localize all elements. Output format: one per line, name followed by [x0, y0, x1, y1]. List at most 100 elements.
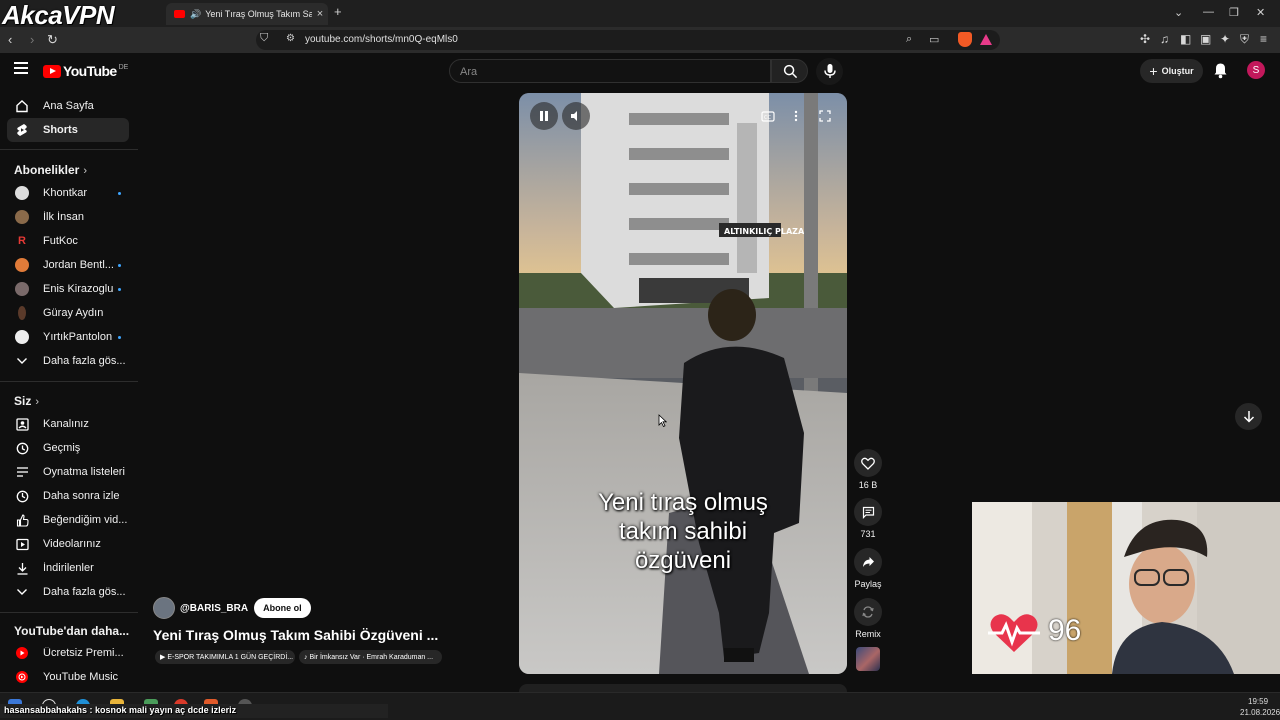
more-options-button[interactable] [782, 102, 810, 130]
minimize-button[interactable]: — [1203, 6, 1214, 18]
fullscreen-button[interactable] [811, 102, 839, 130]
sidebar-item-label: Güray Aydın [43, 307, 104, 319]
wallet-icon[interactable]: ▣ [1200, 32, 1211, 46]
zoom-icon[interactable]: ⌕ [906, 33, 912, 46]
comments-button[interactable]: 731 [853, 498, 883, 539]
subscribe-button[interactable]: Abone ol [254, 598, 311, 618]
caption-line: takım sahibi [618, 518, 748, 545]
country-code: DE [118, 63, 129, 71]
create-button[interactable]: + Oluştur [1140, 59, 1203, 83]
sidebar-divider [0, 149, 138, 150]
sidebar-item-history[interactable]: Geçmiş [7, 436, 129, 460]
clock-time[interactable]: 19:59 [1248, 697, 1268, 706]
clock-date[interactable]: 21.08.2026 [1240, 708, 1280, 717]
next-short-button[interactable] [1235, 403, 1262, 430]
site-info-icon[interactable]: ⚙ [286, 33, 295, 44]
sidebar-item-liked-videos[interactable]: Beğendiğim vid... [7, 508, 129, 532]
youtube-music-icon [15, 670, 29, 684]
maximize-button[interactable]: ❐ [1229, 6, 1239, 19]
you-section-title[interactable]: Siz › [14, 394, 39, 408]
account-avatar[interactable]: S [1247, 61, 1265, 79]
sidebar-icon[interactable]: ◧ [1180, 32, 1191, 46]
extensions-icon[interactable]: ✣ [1140, 32, 1150, 46]
youtube-favicon-icon [174, 10, 185, 18]
sidebar-item-subscription[interactable]: YırtıkPantolon [7, 325, 129, 349]
speaker-icon[interactable]: 🔊 [190, 9, 201, 20]
notifications-bell-icon[interactable] [1213, 62, 1228, 79]
comment-icon [854, 498, 882, 526]
media-icon[interactable]: ♫ [1160, 32, 1169, 46]
share-button[interactable]: Paylaş [853, 548, 883, 589]
sidebar-item-show-more-you[interactable]: Daha fazla gös... [7, 580, 129, 604]
remix-button[interactable]: Remix [853, 598, 883, 639]
sidebar-item-shorts[interactable]: Shorts [7, 118, 129, 142]
sidebar-item-home[interactable]: Ana Sayfa [7, 94, 129, 118]
pause-button[interactable] [530, 102, 558, 130]
new-content-dot [118, 191, 121, 195]
sidebar-item-downloads[interactable]: İndirilenler [7, 556, 129, 580]
sound-chip[interactable]: ♪ Bir İmkansız Var · Emrah Karaduman ... [299, 650, 442, 664]
related-video-chip[interactable]: ▶ E-SPOR TAKIMIMLA 1 GÜN GEÇİRDİ... [155, 650, 295, 664]
browser-tab-active[interactable]: 🔊 Yeni Tıraş Olmuş Takım Sahibi × [166, 3, 328, 25]
channel-avatar[interactable] [153, 597, 175, 619]
shorts-icon [15, 123, 29, 137]
url-field[interactable]: ⛉ ⚙ youtube.com/shorts/mn0Q-eqMls0 ⌕ ▭ [256, 30, 1000, 50]
reload-icon[interactable]: ↻ [47, 32, 58, 48]
cast-icon[interactable]: ▭ [929, 33, 939, 46]
address-bar-row: ‹ › ↻ ⛉ ⚙ youtube.com/shorts/mn0Q-eqMls0… [0, 27, 1280, 53]
subscriptions-section-title[interactable]: Abonelikler › [14, 163, 87, 177]
tab-close-button[interactable]: × [312, 8, 328, 20]
sidebar-item-label: Khontkar [43, 187, 88, 199]
sidebar-item-your-videos[interactable]: Videolarınız [7, 532, 129, 556]
sidebar-item-subscription[interactable]: R FutKoc [7, 229, 129, 253]
short-video-player[interactable]: ALTINKILIÇ PLAZA CC Yeni tıraş olmuş tak… [519, 93, 847, 674]
channel-handle[interactable]: @BARIS_BRA [180, 603, 248, 614]
sidebar-item-label: Ana Sayfa [43, 100, 94, 112]
sidebar-item-subscription[interactable]: Enis Kirazoglu [7, 277, 129, 301]
next-short-peek[interactable] [519, 684, 847, 692]
vpn-icon[interactable]: ⛨ [1240, 32, 1249, 47]
search-box[interactable] [449, 59, 771, 83]
short-title[interactable]: Yeni Tıraş Olmuş Takım Sahibi Özgüveni .… [153, 627, 453, 643]
captions-button[interactable]: CC [754, 102, 782, 130]
voice-search-button[interactable] [816, 58, 843, 85]
sidebar-item-subscription[interactable]: İlk İnsan [7, 205, 129, 229]
bookmark-icon[interactable]: ⛉ [260, 32, 268, 45]
leo-ai-icon[interactable]: ✦ [1220, 32, 1230, 46]
forward-icon[interactable]: › [30, 32, 34, 47]
sidebar-item-youtube-music[interactable]: YouTube Music [7, 665, 129, 689]
search-button[interactable] [771, 59, 808, 83]
sidebar-item-subscription[interactable]: Khontkar [7, 181, 129, 205]
channel-avatar-icon [15, 282, 29, 296]
sidebar-item-playlists[interactable]: Oynatma listeleri [7, 460, 129, 484]
like-count: 16 B [858, 480, 878, 490]
youtube-header: YouTube DE + Oluştur S [0, 53, 1280, 89]
sidebar-item-watch-later[interactable]: Daha sonra izle [7, 484, 129, 508]
tab-search-icon[interactable]: ⌄ [1174, 6, 1183, 19]
heart-rate-value: 96 [1048, 614, 1082, 647]
sidebar-item-your-channel[interactable]: Kanalınız [7, 412, 129, 436]
sidebar-item-subscription[interactable]: Jordan Bentl... [7, 253, 129, 277]
channel-avatar-icon [15, 330, 29, 344]
volume-button[interactable] [562, 102, 590, 130]
caption-line: Yeni tıraş olmuş [598, 489, 768, 516]
back-icon[interactable]: ‹ [8, 32, 12, 47]
sidebar-item-premium[interactable]: Ücretsiz Premi... [7, 641, 129, 665]
url-text[interactable]: youtube.com/shorts/mn0Q-eqMls0 [305, 34, 458, 45]
browser-menu-icon[interactable]: ≡ [1260, 32, 1267, 46]
youtube-logo[interactable]: YouTube DE [43, 63, 128, 79]
sound-thumbnail[interactable] [856, 647, 880, 671]
home-icon [15, 99, 29, 113]
search-input[interactable] [460, 64, 760, 79]
brave-shield-icon[interactable] [958, 32, 972, 47]
sidebar-item-label: İndirilenler [43, 562, 94, 574]
sidebar-item-label: Ücretsiz Premi... [43, 647, 124, 659]
like-button[interactable]: 16 B [853, 449, 883, 490]
sidebar-item-subscription[interactable]: Güray Aydın [7, 301, 129, 325]
history-icon [15, 441, 29, 455]
close-window-button[interactable]: ✕ [1256, 6, 1265, 19]
new-tab-button[interactable]: + [334, 4, 342, 19]
brave-rewards-icon[interactable] [980, 34, 992, 45]
sidebar-item-show-more-subscriptions[interactable]: Daha fazla gös... [7, 349, 129, 373]
hamburger-menu-icon[interactable] [14, 62, 28, 74]
